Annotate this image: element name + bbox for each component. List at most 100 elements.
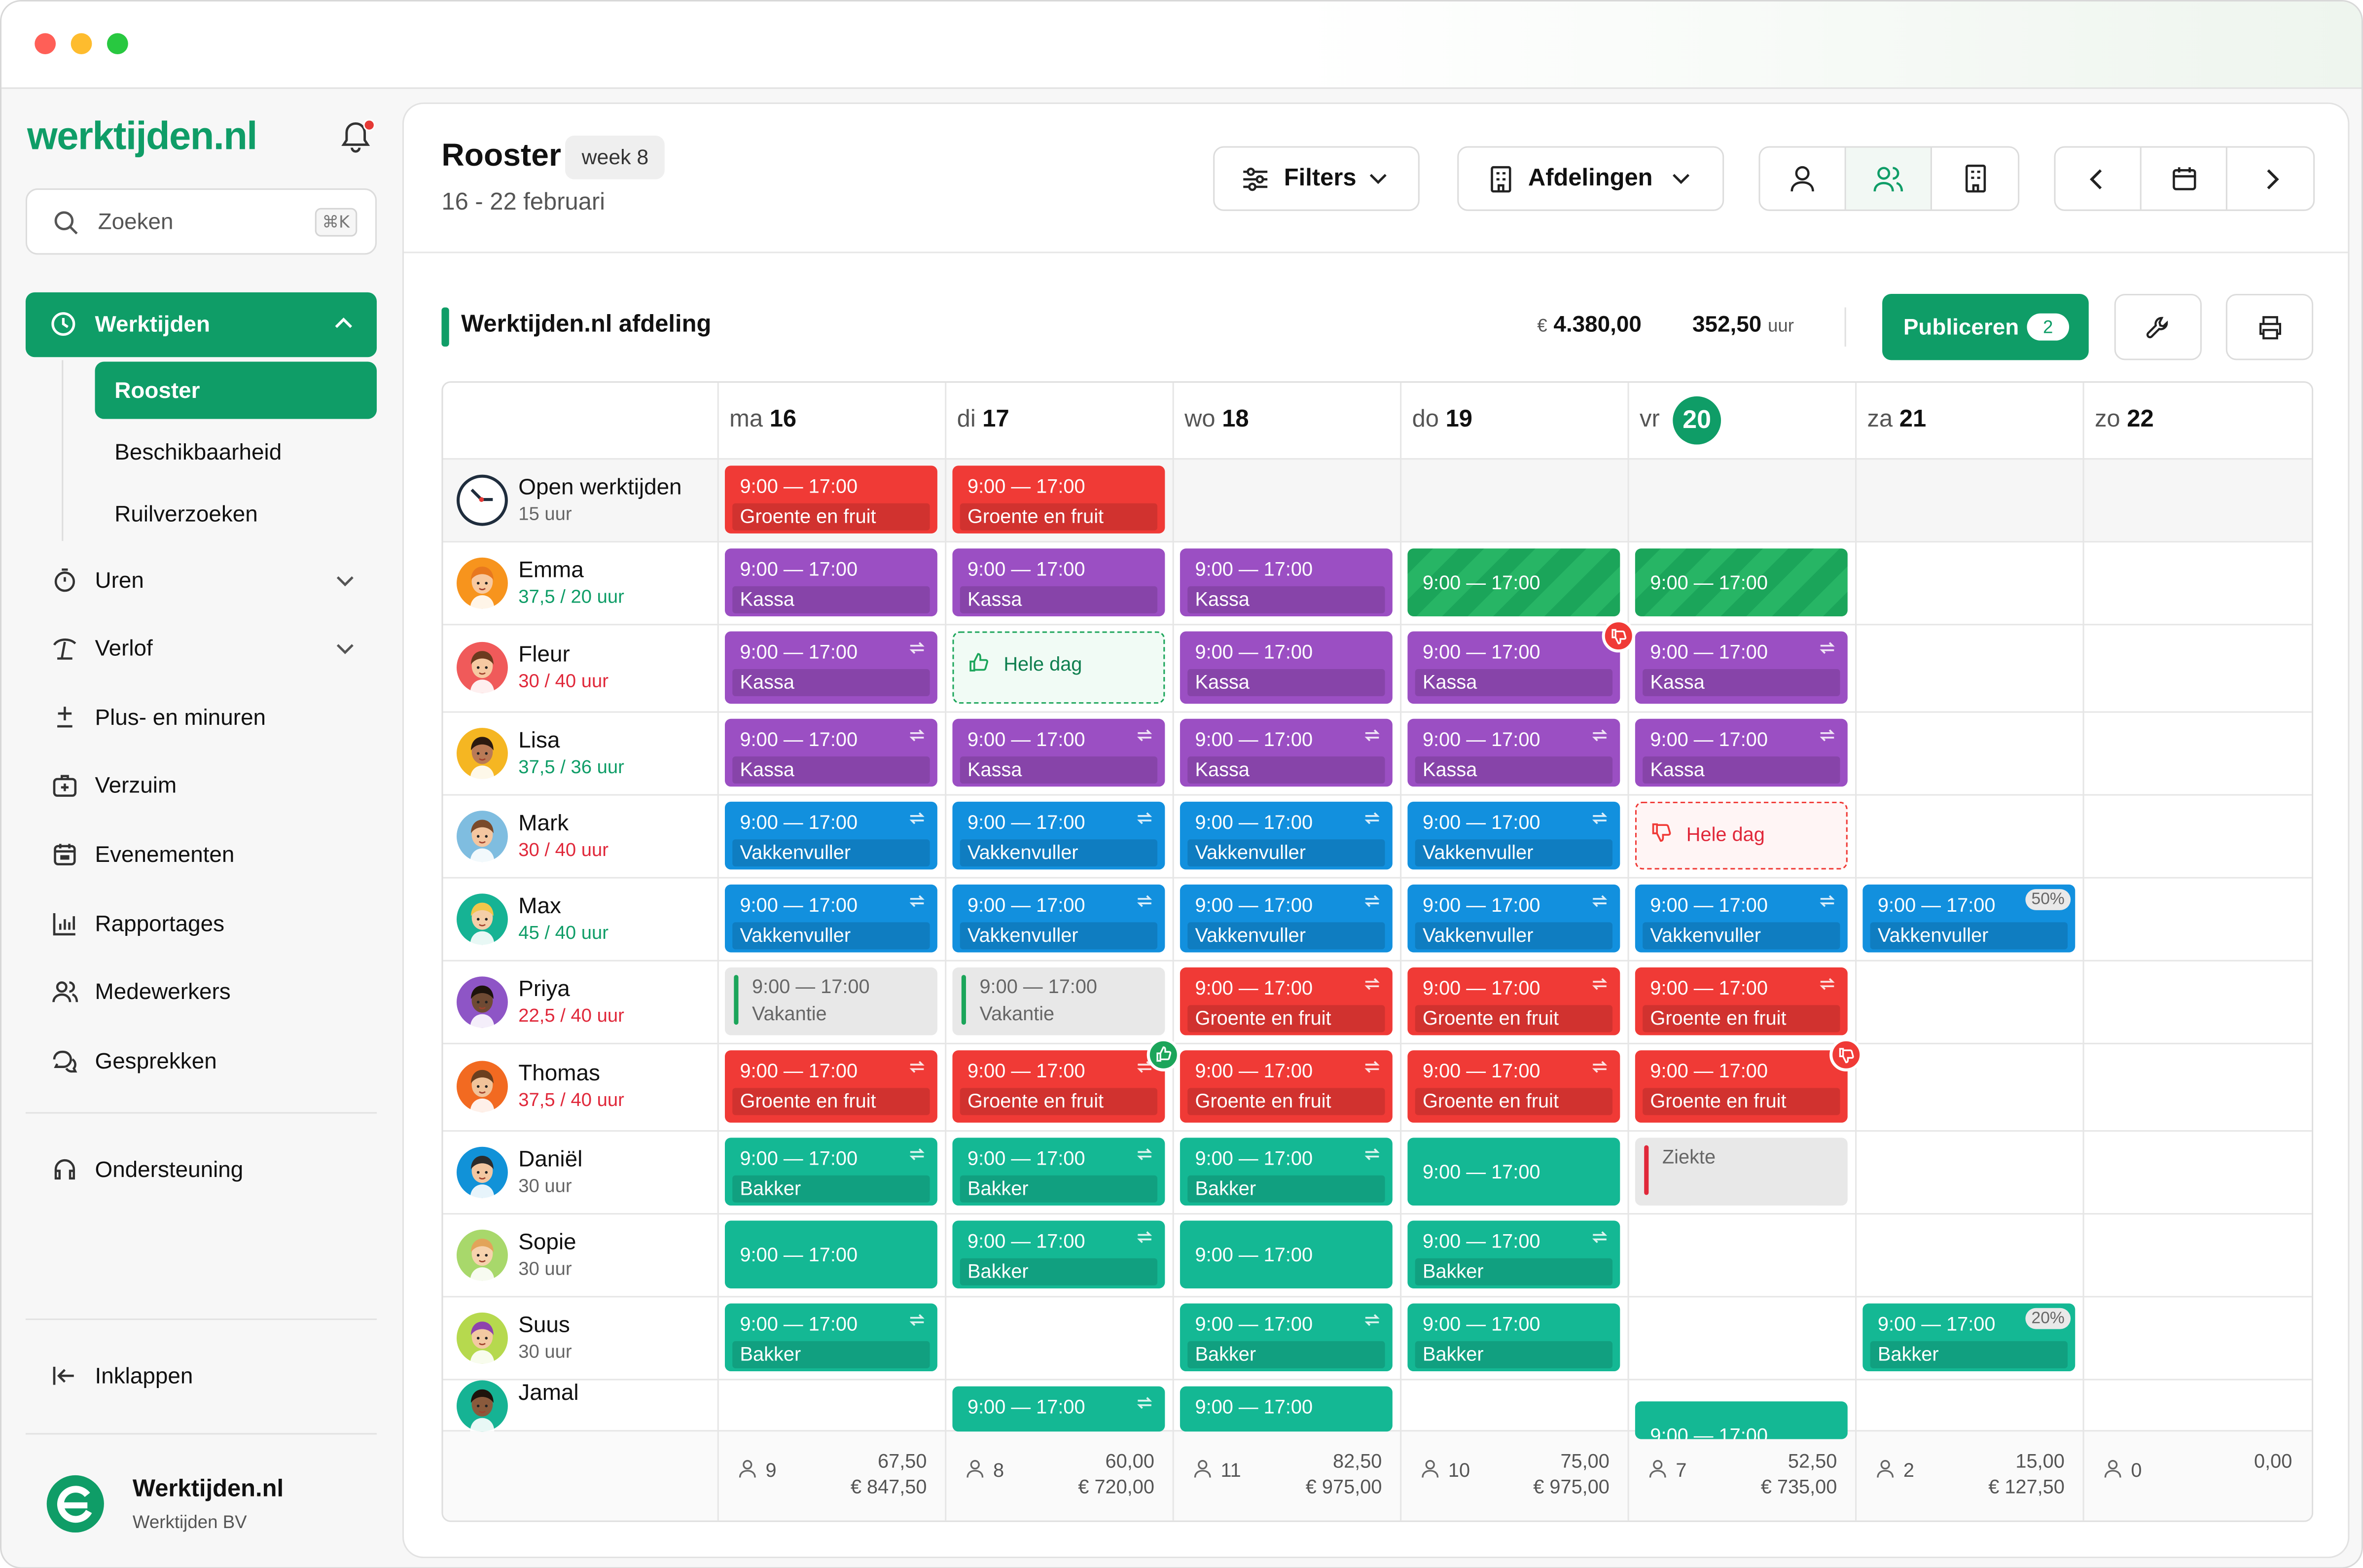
employee-name[interactable]: Emma — [518, 557, 583, 582]
avatar[interactable] — [456, 975, 508, 1027]
shift-block[interactable]: 9:00 — 17:00 Vakkenvuller — [952, 884, 1165, 953]
nav-verzuim[interactable]: Verzuim — [26, 756, 377, 817]
nav-verlof[interactable]: Verlof — [26, 619, 377, 679]
shift-block[interactable]: 9:00 — 17:00 — [1635, 548, 1848, 616]
minimize-window-button[interactable] — [71, 33, 92, 55]
shift-block[interactable]: 9:00 — 17:00 Vakkenvuller — [1180, 884, 1393, 953]
day-header-di[interactable]: di 17 — [945, 383, 1172, 458]
shift-block[interactable]: 9:00 — 17:00 Vakkenvuller — [1407, 801, 1620, 870]
employee-name[interactable]: Max — [518, 893, 561, 919]
shift-block[interactable]: 9:00 — 17:00 Bakker — [724, 1303, 937, 1372]
shift-block[interactable]: 9:00 — 17:00 Groente en fruit — [1635, 1050, 1848, 1123]
search-input[interactable]: Zoeken ⌘K — [25, 188, 377, 255]
day-header-za[interactable]: za 21 — [1855, 383, 2082, 458]
shift-block[interactable]: 9:00 — 17:00 — [1407, 548, 1620, 616]
shift-block[interactable]: 9:00 — 17:00 Vakkenvuller — [1635, 884, 1848, 953]
employee-name[interactable]: Suus — [518, 1312, 570, 1337]
nav-ondersteuning[interactable]: Ondersteuning — [26, 1140, 377, 1201]
nav-plus-minuren[interactable]: Plus- en minuren — [26, 689, 377, 749]
calendar-button[interactable] — [2142, 147, 2227, 210]
shift-block[interactable]: 9:00 — 17:00 Groente en fruit — [1180, 967, 1393, 1035]
shift-block[interactable]: 9:00 — 17:00 Groente en fruit — [952, 1050, 1165, 1123]
shift-block[interactable]: 9:00 — 17:00 Bakker — [724, 1138, 937, 1206]
employee-name[interactable]: Daniël — [518, 1146, 582, 1172]
avatar[interactable] — [456, 1146, 508, 1198]
shift-block[interactable]: 9:00 — 17:00 Kassa — [1180, 631, 1393, 704]
vacation-block[interactable]: 9:00 — 17:00 Vakantie — [952, 967, 1165, 1035]
shift-block[interactable]: 9:00 — 17:00 Groente en fruit — [952, 465, 1165, 534]
shift-block[interactable]: 9:00 — 17:00 Vakkenvuller — [1180, 801, 1393, 870]
close-window-button[interactable] — [35, 33, 56, 55]
shift-block[interactable]: 9:00 — 17:00 Groente en fruit — [1180, 1050, 1393, 1123]
shift-block[interactable]: 9:00 — 17:00 Vakkenvuller 50% — [1862, 884, 2076, 953]
shift-block[interactable]: 9:00 — 17:00 — [952, 1386, 1165, 1432]
collapse-sidebar-button[interactable]: Inklappen — [26, 1347, 377, 1407]
avatar[interactable] — [456, 1061, 508, 1112]
sick-leave-block[interactable]: Ziekte — [1635, 1138, 1848, 1206]
day-header-wo[interactable]: wo 18 — [1173, 383, 1400, 458]
shift-block[interactable]: 9:00 — 17:00 Bakker — [952, 1220, 1165, 1288]
shift-block[interactable]: 9:00 — 17:00 Groente en fruit — [1407, 1050, 1620, 1123]
shift-block[interactable]: 9:00 — 17:00 Bakker — [1407, 1303, 1620, 1372]
shift-block[interactable]: 9:00 — 17:00 — [1407, 1138, 1620, 1206]
shift-block[interactable]: 9:00 — 17:00 Kassa — [952, 548, 1165, 616]
approved-thumbs-up-icon[interactable] — [1146, 1038, 1180, 1071]
shift-block[interactable]: 9:00 — 17:00 Vakkenvuller — [1407, 884, 1620, 953]
shift-block[interactable]: 9:00 — 17:00 — [1180, 1386, 1393, 1432]
shift-block[interactable]: 9:00 — 17:00 Kassa — [724, 718, 937, 787]
shift-block[interactable]: 9:00 — 17:00 Bakker — [1180, 1303, 1393, 1372]
shift-block[interactable]: 9:00 — 17:00 Bakker — [952, 1138, 1165, 1206]
shift-block[interactable]: 9:00 — 17:00 Bakker 20% — [1862, 1303, 2076, 1372]
shift-block[interactable]: 9:00 — 17:00 Kassa — [1180, 548, 1393, 616]
shift-block[interactable]: 9:00 — 17:00 Kassa — [1180, 718, 1393, 787]
publish-button[interactable]: Publiceren 2 — [1882, 293, 2089, 360]
shift-block[interactable]: 9:00 — 17:00 Kassa — [952, 718, 1165, 787]
shift-block[interactable]: 9:00 — 17:00 Kassa — [1635, 631, 1848, 704]
shift-block[interactable]: 9:00 — 17:00 Vakkenvuller — [724, 801, 937, 870]
department-view-button[interactable] — [1932, 147, 2019, 209]
shift-block[interactable]: 9:00 — 17:00 — [1180, 1220, 1393, 1288]
employee-name[interactable]: Fleur — [518, 642, 570, 668]
avatar[interactable] — [456, 892, 508, 944]
next-week-button[interactable] — [2227, 147, 2315, 209]
shift-block[interactable]: 9:00 — 17:00 Bakker — [1407, 1220, 1620, 1288]
filters-button[interactable]: Filters — [1213, 146, 1420, 211]
nav-werktijden[interactable]: Werktijden — [25, 292, 377, 357]
vacation-block[interactable]: 9:00 — 17:00 Vakantie — [724, 967, 937, 1035]
rejected-thumbs-down-icon[interactable] — [1829, 1038, 1863, 1071]
nav-rapportages[interactable]: Rapportages — [26, 895, 377, 955]
avatar[interactable] — [456, 557, 508, 608]
nav-evenementen[interactable]: Evenementen — [26, 826, 377, 886]
whole-day-unavailable[interactable]: Hele dag — [1635, 801, 1848, 870]
shift-block[interactable]: 9:00 — 17:00 Groente en fruit — [724, 465, 937, 534]
tools-button[interactable] — [2114, 293, 2202, 360]
day-header-zo[interactable]: zo 22 — [2083, 383, 2310, 458]
avatar[interactable] — [456, 810, 508, 861]
nav-rooster[interactable]: Rooster — [95, 361, 377, 419]
nav-uren[interactable]: Uren — [26, 552, 377, 612]
day-header-ma[interactable]: ma 16 — [717, 383, 945, 458]
nav-gesprekken[interactable]: Gesprekken — [26, 1032, 377, 1092]
person-view-button[interactable] — [1760, 147, 1846, 210]
departments-button[interactable]: Afdelingen — [1457, 146, 1724, 211]
print-button[interactable] — [2225, 293, 2314, 360]
shift-block[interactable]: 9:00 — 17:00 Groente en fruit — [1635, 967, 1848, 1035]
shift-block[interactable]: 9:00 — 17:00 Groente en fruit — [1407, 967, 1620, 1035]
whole-day-available[interactable]: Hele dag — [952, 631, 1165, 704]
day-header-do[interactable]: do 19 — [1400, 383, 1627, 458]
nav-medewerkers[interactable]: Medewerkers — [26, 963, 377, 1023]
shift-block[interactable]: 9:00 — 17:00 Kassa — [1407, 718, 1620, 787]
shift-block[interactable]: 9:00 — 17:00 Kassa — [724, 548, 937, 616]
employee-name[interactable]: Thomas — [518, 1061, 600, 1086]
day-header-vr[interactable]: vr 20 — [1628, 383, 1855, 458]
maximize-window-button[interactable] — [107, 33, 128, 55]
employee-name[interactable]: Jamal — [518, 1380, 578, 1405]
nav-ruilverzoeken[interactable]: Ruilverzoeken — [95, 485, 377, 542]
shift-block[interactable]: 9:00 — 17:00 Vakkenvuller — [952, 801, 1165, 870]
rejected-thumbs-down-icon[interactable] — [1602, 619, 1635, 653]
employee-name[interactable]: Priya — [518, 976, 570, 1001]
shift-block[interactable]: 9:00 — 17:00 Kassa — [724, 631, 937, 704]
team-view-button[interactable] — [1846, 147, 1932, 210]
app-logo[interactable]: werktijden.nl — [27, 113, 257, 160]
shift-block[interactable]: 9:00 — 17:00 Kassa — [1635, 718, 1848, 787]
